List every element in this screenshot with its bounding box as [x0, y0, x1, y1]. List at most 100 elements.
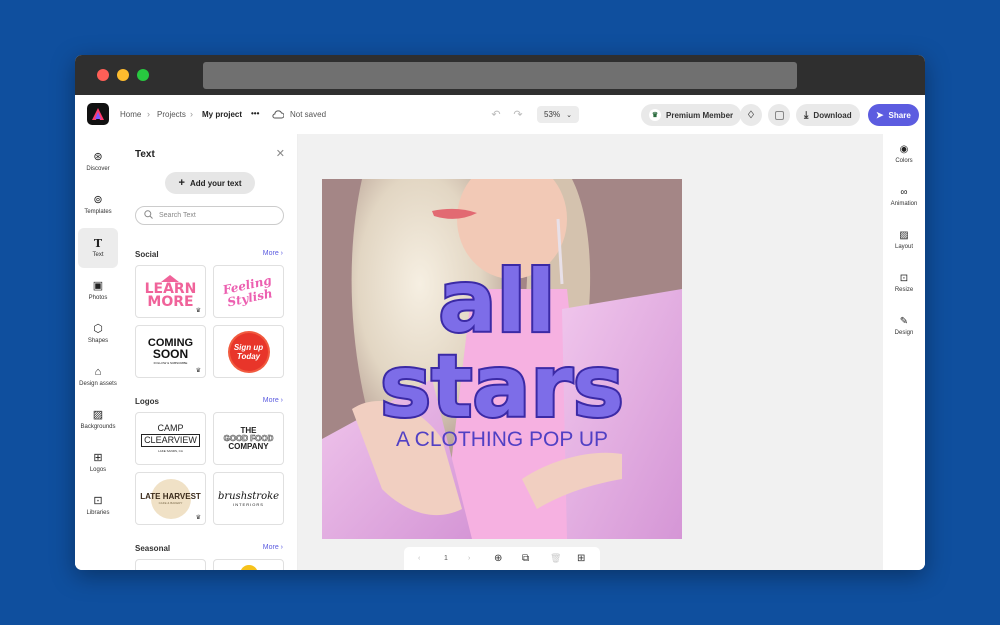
section-title-logos: Logos: [135, 397, 159, 406]
chevron-right-icon[interactable]: ›: [468, 555, 470, 562]
rail-item-shapes[interactable]: ⬡ Shapes: [78, 314, 118, 354]
rail-item-resize[interactable]: ⊡ Resize: [884, 273, 924, 293]
template-camp-clearview[interactable]: CAMP CLEARVIEW LAKE SANDS, CA: [135, 412, 206, 465]
adobe-express-icon: [92, 108, 104, 120]
template-seasonal-1[interactable]: [135, 559, 206, 570]
rail-item-photos[interactable]: ▣ Photos: [78, 271, 118, 311]
address-bar[interactable]: [203, 62, 797, 89]
minimize-window-button[interactable]: [117, 69, 129, 81]
download-label: Download: [813, 110, 852, 120]
rail-label: Logos: [89, 467, 107, 473]
panel-title: Text: [135, 149, 155, 160]
rail-item-text[interactable]: T Text: [78, 228, 118, 268]
rail-item-colors[interactable]: ◉ Colors: [884, 144, 924, 164]
search-icon: [144, 210, 153, 221]
rail-item-templates[interactable]: ⊚ Templates: [78, 185, 118, 225]
rail-item-design-assets[interactable]: ⌂ Design assets: [78, 357, 118, 397]
close-window-button[interactable]: [97, 69, 109, 81]
rail-label: Discover: [86, 166, 110, 172]
rail-label: Animation: [890, 201, 918, 207]
rail-item-layout[interactable]: ▨ Layout: [884, 230, 924, 250]
add-your-text-button[interactable]: + Add your text: [165, 172, 255, 194]
rail-label: Templates: [84, 209, 112, 215]
rail-item-discover[interactable]: ⊛ Discover: [78, 142, 118, 182]
layout-icon: ▨: [899, 230, 909, 241]
breadcrumb-projects[interactable]: Projects: [157, 110, 186, 119]
headline-subline: A CLOTHING POP UP: [396, 428, 608, 451]
more-link-seasonal[interactable]: More ›: [263, 544, 283, 551]
card-text: MORE: [147, 293, 194, 310]
template-sign-up-today[interactable]: Sign up Today: [213, 325, 284, 378]
send-icon: ➤: [876, 109, 884, 120]
zoom-value: 53%: [544, 110, 561, 119]
card-text: CAFE & BAKERY: [158, 501, 183, 505]
template-good-food-company[interactable]: THE GOOD FOOD COMPANY: [213, 412, 284, 465]
design-artboard[interactable]: all stars A CLOTHING POP UP: [322, 179, 682, 539]
chevron-left-icon[interactable]: ‹: [418, 555, 420, 562]
chevron-right-icon: ›: [147, 109, 150, 119]
page-number[interactable]: 1: [444, 555, 448, 562]
rail-item-libraries[interactable]: ⊡ Libraries: [78, 486, 118, 526]
section-title-social: Social: [135, 250, 159, 259]
photo-icon: ▣: [92, 280, 104, 292]
more-link-logos[interactable]: More ›: [263, 397, 283, 404]
card-text: INTERIORS: [233, 501, 264, 507]
breadcrumb-current[interactable]: My project: [202, 110, 242, 119]
more-link-social[interactable]: More ›: [263, 250, 283, 257]
card-text: Sign up: [233, 342, 264, 352]
rail-item-backgrounds[interactable]: ▨ Backgrounds: [78, 400, 118, 440]
text-icon: T: [93, 237, 103, 250]
rail-item-animation[interactable]: ∞ Animation: [884, 187, 924, 207]
app-logo[interactable]: [87, 103, 109, 125]
lightbulb-button[interactable]: ♢: [740, 104, 762, 126]
more-label: More: [262, 397, 279, 404]
lightbulb-icon: ♢: [746, 109, 756, 121]
magic-wand-icon: ✎: [899, 316, 909, 327]
download-button[interactable]: ⤓ Download: [796, 104, 860, 126]
templates-icon: ⊚: [93, 194, 103, 206]
more-options-button[interactable]: •••: [251, 109, 259, 118]
rail-label: Design assets: [79, 381, 117, 387]
share-button[interactable]: ➤ Share: [868, 104, 919, 126]
text-panel: Text ✕ + Add your text Search Text Socia…: [122, 134, 298, 570]
template-seasonal-2[interactable]: [213, 559, 284, 570]
search-text-input[interactable]: Search Text: [135, 206, 284, 225]
palette-icon: ◉: [899, 144, 909, 155]
shapes-icon: ⬡: [93, 323, 103, 335]
zoom-select[interactable]: 53% ⌄: [537, 106, 579, 123]
rail-label: Text: [92, 252, 104, 258]
rail-label: Colors: [895, 158, 913, 164]
delete-page-icon[interactable]: 🗑: [550, 553, 561, 564]
resize-icon: ⊡: [899, 273, 909, 284]
template-feeling-stylish[interactable]: Feeling Stylish: [213, 265, 284, 318]
close-icon[interactable]: ✕: [276, 147, 285, 160]
template-brushstroke-interiors[interactable]: brushstroke INTERIORS: [213, 472, 284, 525]
template-late-harvest[interactable]: LATE HARVEST CAFE & BAKERY ♛: [135, 472, 206, 525]
card-text: COMPANY: [228, 441, 269, 451]
comments-button[interactable]: [768, 104, 790, 126]
maximize-window-button[interactable]: [137, 69, 149, 81]
card-text: Today: [236, 351, 261, 361]
plus-icon: +: [178, 177, 185, 189]
right-rail: ◉ Colors ∞ Animation ▨ Layout ⊡ Resize ✎…: [883, 134, 925, 570]
share-label: Share: [888, 110, 911, 120]
add-page-icon[interactable]: ⊕: [494, 553, 502, 564]
template-coming-soon[interactable]: COMING SOON FOLLOW & SUBSCRIBE ♛: [135, 325, 206, 378]
rail-item-design[interactable]: ✎ Design: [884, 316, 924, 336]
template-learn-more[interactable]: LEARN MORE ♛: [135, 265, 206, 318]
animation-icon: ∞: [900, 187, 908, 198]
download-icon: ⤓: [804, 109, 809, 121]
card-text: LATE HARVEST: [140, 492, 201, 501]
rail-label: Shapes: [87, 338, 109, 344]
breadcrumb-home[interactable]: Home: [120, 110, 141, 119]
redo-icon[interactable]: ↷: [511, 107, 525, 121]
undo-icon[interactable]: ↶: [489, 107, 503, 121]
compass-icon: ⊛: [93, 151, 103, 163]
canvas-area: all stars A CLOTHING POP UP ‹ 1 › ⊕ ⧉ 🗑 …: [298, 134, 883, 570]
logos-icon: ⊞: [93, 452, 103, 464]
rail-item-logos[interactable]: ⊞ Logos: [78, 443, 118, 483]
grid-view-icon[interactable]: ⊞: [577, 553, 585, 564]
premium-member-button[interactable]: ♛ Premium Member: [641, 104, 742, 126]
duplicate-page-icon[interactable]: ⧉: [522, 553, 529, 564]
top-toolbar: Home › Projects › My project ••• Not sav…: [75, 95, 925, 134]
